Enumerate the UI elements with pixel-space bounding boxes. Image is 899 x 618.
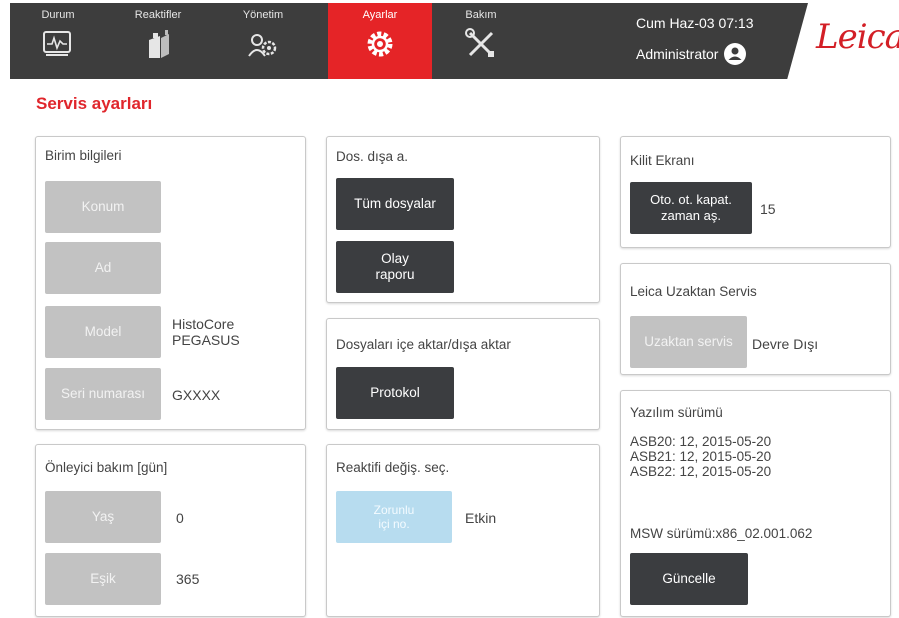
page-title: Servis ayarları [36, 94, 153, 113]
serial-number-value: GXXXX [172, 387, 221, 403]
file-export-title: Dos. dışa a. [336, 149, 409, 164]
file-export-panel: Dos. dışa a. Tüm dosyalar Olay raporu [326, 136, 600, 303]
tab-bakim[interactable]: Bakım [433, 3, 529, 79]
asb22-version: ASB22: 12, 2015-05-20 [630, 464, 772, 480]
tab-durum[interactable]: Durum [10, 3, 106, 79]
force-change-status: Etkin [465, 510, 497, 526]
age-value: 0 [176, 510, 184, 526]
all-files-button[interactable]: Tüm dosyalar [336, 178, 454, 230]
leica-logo: Leica [816, 17, 899, 57]
status-area: Cum Haz-03 07:13 Administrator [636, 15, 754, 65]
tab-reaktifler-label: Reaktifler [134, 9, 182, 21]
user-icon [724, 43, 747, 65]
unit-info-title: Birim bilgileri [45, 148, 122, 163]
tab-ayarlar[interactable]: Ayarlar [328, 3, 432, 79]
board-versions: ASB20: 12, 2015-05-20 ASB21: 12, 2015-05… [630, 434, 771, 479]
model-value-line2: PEGASUS [172, 332, 240, 349]
user-name: Administrator [636, 46, 719, 62]
model-button[interactable]: Model [45, 306, 161, 358]
force-change-line2: içi no. [378, 517, 410, 531]
tab-yonetim[interactable]: Yönetim [215, 3, 311, 79]
location-button[interactable]: Konum [45, 181, 161, 233]
remote-service-button[interactable]: Uzaktan servis [630, 316, 747, 368]
serial-number-button[interactable]: Seri numarası [45, 368, 161, 420]
software-version-panel: Yazılım sürümü ASB20: 12, 2015-05-20 ASB… [620, 390, 891, 617]
remote-service-status: Devre Dışı [752, 336, 819, 352]
import-export-title: Dosyaları içe aktar/dışa aktar [336, 337, 511, 352]
tab-yonetim-label: Yönetim [242, 9, 284, 21]
threshold-button[interactable]: Eşik [45, 553, 161, 605]
tab-bakim-label: Bakım [465, 9, 497, 21]
protocol-button[interactable]: Protokol [336, 367, 454, 419]
auto-timeout-line2: zaman aş. [661, 208, 721, 223]
reagent-bottles-icon [149, 30, 169, 58]
asb21-version: ASB21: 12, 2015-05-20 [630, 449, 772, 465]
age-button[interactable]: Yaş [45, 491, 161, 543]
remote-service-panel: Leica Uzaktan Servis Uzaktan servis Devr… [620, 263, 891, 375]
remote-service-title: Leica Uzaktan Servis [630, 284, 757, 299]
tab-ayarlar-label: Ayarlar [362, 9, 398, 21]
event-report-line1: Olay [381, 250, 409, 266]
datetime-display: Cum Haz-03 07:13 [636, 15, 754, 31]
force-change-button[interactable]: Zorunlu içi no. [336, 491, 452, 543]
model-value-line1: HistoCore [172, 316, 235, 332]
event-report-line2: raporu [375, 267, 415, 282]
force-change-line1: Zorunlu [373, 502, 415, 517]
reagent-change-panel: Reaktifi değiş. seç. Zorunlu içi no. Etk… [326, 444, 600, 617]
threshold-value: 365 [176, 571, 200, 587]
msw-version: MSW sürümü:x86_02.001.062 [630, 526, 813, 541]
update-button[interactable]: Güncelle [630, 553, 748, 605]
tab-durum-label: Durum [41, 9, 75, 21]
top-navigation-bar: Durum Reaktifler Yönetim Ayarlar Bakım C… [10, 3, 899, 79]
unit-info-panel: Birim bilgileri Konum Ad Model HistoCore… [35, 136, 306, 430]
user-indicator[interactable]: Administrator [636, 43, 754, 65]
name-button[interactable]: Ad [45, 242, 161, 294]
asb20-version: ASB20: 12, 2015-05-20 [630, 434, 772, 449]
auto-timeout-value: 15 [760, 201, 776, 217]
software-version-title: Yazılım sürümü [630, 405, 723, 420]
import-export-panel: Dosyaları içe aktar/dışa aktar Protokol [326, 318, 600, 430]
maintenance-tools-icon [465, 28, 494, 57]
reagent-change-title: Reaktifi değiş. seç. [336, 460, 450, 475]
model-value: HistoCore PEGASUS [172, 316, 240, 348]
auto-timeout-button[interactable]: Oto. ot. kapat. zaman aş. [630, 182, 752, 234]
preventive-maintenance-title: Önleyici bakım [gün] [45, 460, 168, 475]
status-monitor-icon [43, 31, 71, 56]
preventive-maintenance-panel: Önleyici bakım [gün] Yaş 0 Eşik 365 [35, 444, 306, 617]
tab-reaktifler[interactable]: Reaktifler [110, 3, 206, 79]
lock-screen-panel: Kilit Ekranı Oto. ot. kapat. zaman aş. 1… [620, 136, 891, 248]
admin-gear-people-icon [248, 34, 277, 57]
lock-screen-title: Kilit Ekranı [630, 153, 695, 168]
auto-timeout-line1: Oto. ot. kapat. [650, 192, 732, 208]
settings-gear-icon [367, 31, 393, 57]
event-report-button[interactable]: Olay raporu [336, 241, 454, 293]
